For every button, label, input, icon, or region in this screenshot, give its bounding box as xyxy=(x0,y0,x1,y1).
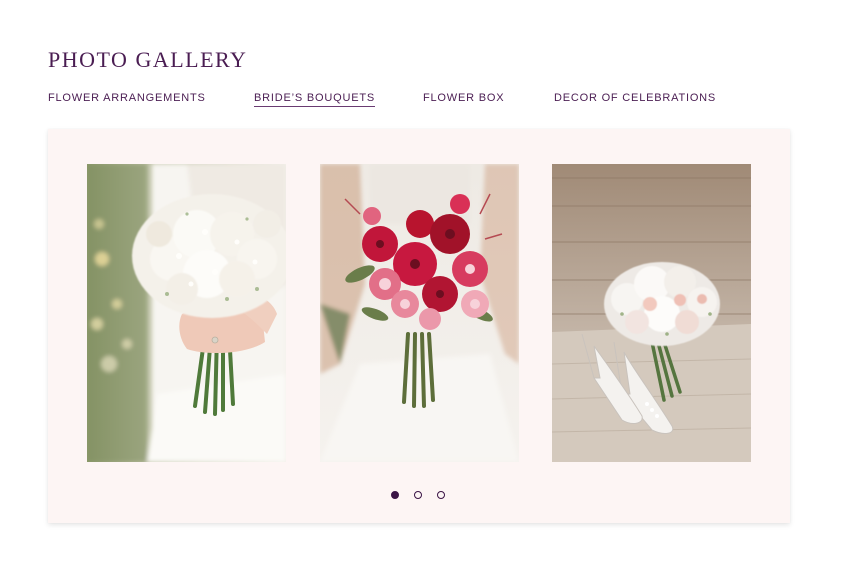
photo-red-bouquet-image xyxy=(320,164,519,462)
tab-flower-box[interactable]: FLOWER BOX xyxy=(423,92,504,106)
tab-brides-bouquets[interactable]: BRIDE’S BOUQUETS xyxy=(254,92,375,107)
carousel-dot-1[interactable] xyxy=(391,491,399,499)
gallery-photo-3[interactable] xyxy=(552,164,751,462)
tab-decor-of-celebrations[interactable]: DECOR OF CELEBRATIONS xyxy=(554,92,716,106)
photo-white-bouquet-image xyxy=(87,164,286,462)
carousel-pagination xyxy=(48,491,790,501)
gallery-photo-2[interactable] xyxy=(320,164,519,462)
carousel-dot-3[interactable] xyxy=(437,491,445,499)
gallery-photo-1[interactable] xyxy=(87,164,286,462)
page-title: PHOTO GALLERY xyxy=(48,47,248,72)
tab-flower-arrangements[interactable]: FLOWER ARRANGEMENTS xyxy=(48,92,206,106)
photo-bouquet-shoes-image xyxy=(552,164,751,462)
carousel-dot-2[interactable] xyxy=(414,491,422,499)
gallery-carousel xyxy=(48,129,790,523)
